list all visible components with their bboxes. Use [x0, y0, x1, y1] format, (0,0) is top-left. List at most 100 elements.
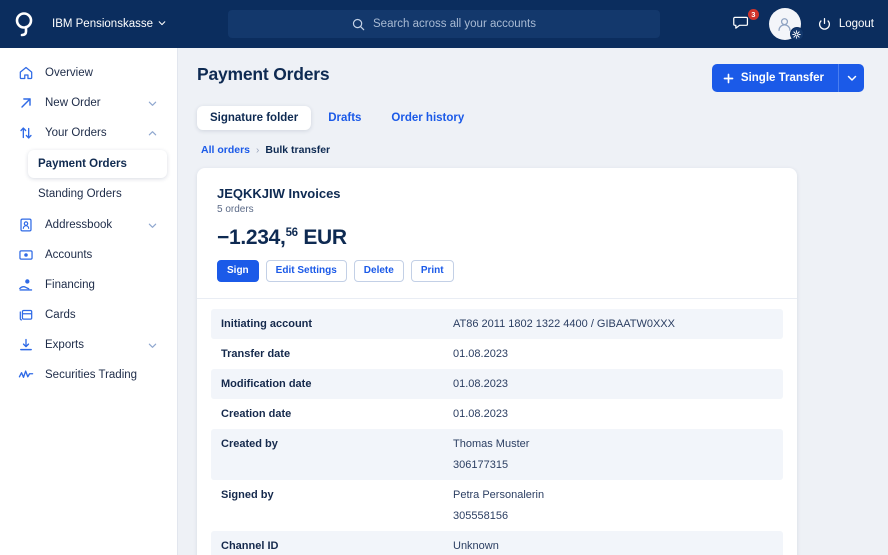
breadcrumb-current: Bulk transfer: [265, 144, 331, 156]
row-label: Channel ID: [221, 540, 279, 552]
hand-coin-icon: [18, 277, 36, 293]
order-summary: JEQKKJIW Invoices 5 orders −1.234,56 EUR…: [197, 168, 797, 299]
top-bar-actions: 3 Logout: [732, 0, 874, 48]
sidebar-subitem-label: Standing Orders: [38, 188, 122, 200]
sidebar-subitem-standing-orders[interactable]: Standing Orders: [28, 180, 167, 208]
tab-order-history[interactable]: Order history: [378, 106, 477, 130]
sidebar-item-label: Exports: [45, 339, 84, 351]
delete-button[interactable]: Delete: [353, 260, 404, 282]
single-transfer-button-group: Single Transfer: [711, 64, 864, 92]
breadcrumb-separator: ›: [256, 144, 260, 156]
row-label: Transfer date: [221, 348, 291, 360]
sidebar-item-label: Securities Trading: [45, 369, 138, 381]
order-details-table: Initiating account AT86 2011 1802 1322 4…: [197, 299, 797, 555]
contact-card-icon: [18, 217, 36, 233]
sign-button[interactable]: Sign: [217, 260, 259, 282]
sidebar-item-overview[interactable]: Overview: [10, 58, 167, 88]
search-input[interactable]: Search across all your accounts: [228, 10, 660, 38]
row-value: 01.08.2023: [453, 348, 508, 360]
chevron-down-icon: [158, 21, 166, 26]
tab-drafts[interactable]: Drafts: [315, 106, 374, 130]
sidebar-item-your-orders[interactable]: Your Orders: [10, 118, 167, 148]
order-actions: Sign Edit Settings Delete Print: [217, 260, 777, 282]
avatar-settings-badge[interactable]: [789, 27, 804, 41]
table-row: Modification date 01.08.2023: [211, 369, 783, 399]
sidebar-item-label: Overview: [45, 67, 93, 79]
page-title: Payment Orders: [197, 64, 330, 84]
row-value: 01.08.2023: [453, 378, 508, 390]
logout-button[interactable]: Logout: [817, 17, 874, 32]
table-row: Created by Thomas Muster 306177315: [211, 429, 783, 480]
row-value: Unknown: [453, 540, 499, 552]
print-button[interactable]: Print: [410, 260, 454, 282]
sidebar-item-label: Accounts: [45, 249, 93, 261]
power-icon: [818, 17, 830, 30]
row-label: Creation date: [221, 408, 292, 420]
chart-line-icon: [18, 367, 36, 383]
row-value-secondary: 305558156: [453, 510, 509, 522]
organisation-selector[interactable]: IBM Pensionskasse: [52, 18, 166, 30]
chevron-down-icon: [148, 223, 157, 228]
sidebar-item-addressbook[interactable]: Addressbook: [10, 210, 167, 240]
row-value-primary: 01.08.2023: [453, 378, 509, 390]
sidebar-item-label: Financing: [45, 279, 95, 291]
row-value-primary: 01.08.2023: [453, 348, 509, 360]
sidebar-item-label: New Order: [45, 97, 101, 109]
user-avatar-button[interactable]: [768, 8, 804, 41]
table-row: Transfer date 01.08.2023: [211, 339, 783, 369]
row-label: Initiating account: [221, 318, 313, 330]
search-placeholder: Search across all your accounts: [373, 18, 536, 30]
page-header: Payment Orders Single Transfer: [197, 64, 864, 92]
plus-icon: [723, 73, 734, 83]
sidebar-item-exports[interactable]: Exports: [10, 330, 167, 360]
row-value: Thomas Muster 306177315: [453, 438, 529, 471]
logout-label: Logout: [838, 18, 874, 30]
app-logo[interactable]: [0, 11, 48, 37]
sparkasse-o-logo-icon: [15, 12, 33, 37]
sidebar-item-label: Cards: [45, 309, 76, 321]
single-transfer-label: Single Transfer: [740, 72, 824, 84]
sidebar-subitem-label: Payment Orders: [38, 158, 127, 170]
amount-cents: 56: [285, 227, 299, 239]
order-title: JEQKKJIW Invoices: [217, 186, 341, 201]
main-content: Payment Orders Single Transfer Signature…: [178, 48, 888, 555]
sidebar-item-label: Addressbook: [45, 219, 113, 231]
chevron-up-icon: [148, 130, 157, 135]
order-count: 5 orders: [217, 204, 254, 215]
sidebar-item-securities-trading[interactable]: Securities Trading: [10, 360, 167, 390]
sidebar-item-accounts[interactable]: Accounts: [10, 240, 167, 270]
tab-signature-folder[interactable]: Signature folder: [197, 106, 312, 130]
order-amount: −1.234,56 EUR: [217, 226, 777, 250]
chevron-down-icon: [847, 75, 856, 81]
table-row: Initiating account AT86 2011 1802 1322 4…: [211, 309, 783, 339]
row-label: Modification date: [221, 378, 312, 390]
edit-settings-button[interactable]: Edit Settings: [265, 260, 347, 282]
row-value: Petra Personalerin 305558156: [453, 489, 544, 522]
download-icon: [18, 337, 36, 353]
row-value: AT86 2011 1802 1322 4400 / GIBAATW0XXX: [453, 318, 675, 330]
row-label: Signed by: [221, 489, 274, 501]
row-value-primary: Thomas Muster: [453, 438, 530, 450]
messages-button[interactable]: 3: [732, 9, 759, 34]
row-value-primary: 01.08.2023: [453, 408, 509, 420]
sidebar-subitem-payment-orders[interactable]: Payment Orders: [28, 150, 167, 178]
single-transfer-dropdown-button[interactable]: [838, 64, 864, 92]
sidebar-item-financing[interactable]: Financing: [10, 270, 167, 300]
breadcrumb-all-orders[interactable]: All orders: [201, 144, 250, 156]
row-value-secondary: 306177315: [453, 459, 509, 471]
organisation-name: IBM Pensionskasse: [52, 18, 153, 30]
banknote-icon: [18, 247, 36, 263]
chevron-down-icon: [148, 101, 157, 106]
table-row: Creation date 01.08.2023: [211, 399, 783, 429]
arrow-up-right-icon: [18, 95, 36, 111]
sidebar-item-cards[interactable]: Cards: [10, 300, 167, 330]
messages-badge-count: 3: [747, 9, 759, 20]
table-row: Signed by Petra Personalerin 305558156: [211, 480, 783, 531]
table-row: Channel ID Unknown: [211, 531, 783, 555]
sidebar-item-new-order[interactable]: New Order: [10, 88, 167, 118]
order-detail-card: JEQKKJIW Invoices 5 orders −1.234,56 EUR…: [197, 168, 797, 555]
single-transfer-button[interactable]: Single Transfer: [711, 64, 838, 92]
row-value-primary: Petra Personalerin: [453, 489, 545, 501]
row-value-primary: AT86 2011 1802 1322 4400 / GIBAATW0XXX: [453, 318, 675, 330]
transfer-arrows-icon: [18, 125, 36, 141]
